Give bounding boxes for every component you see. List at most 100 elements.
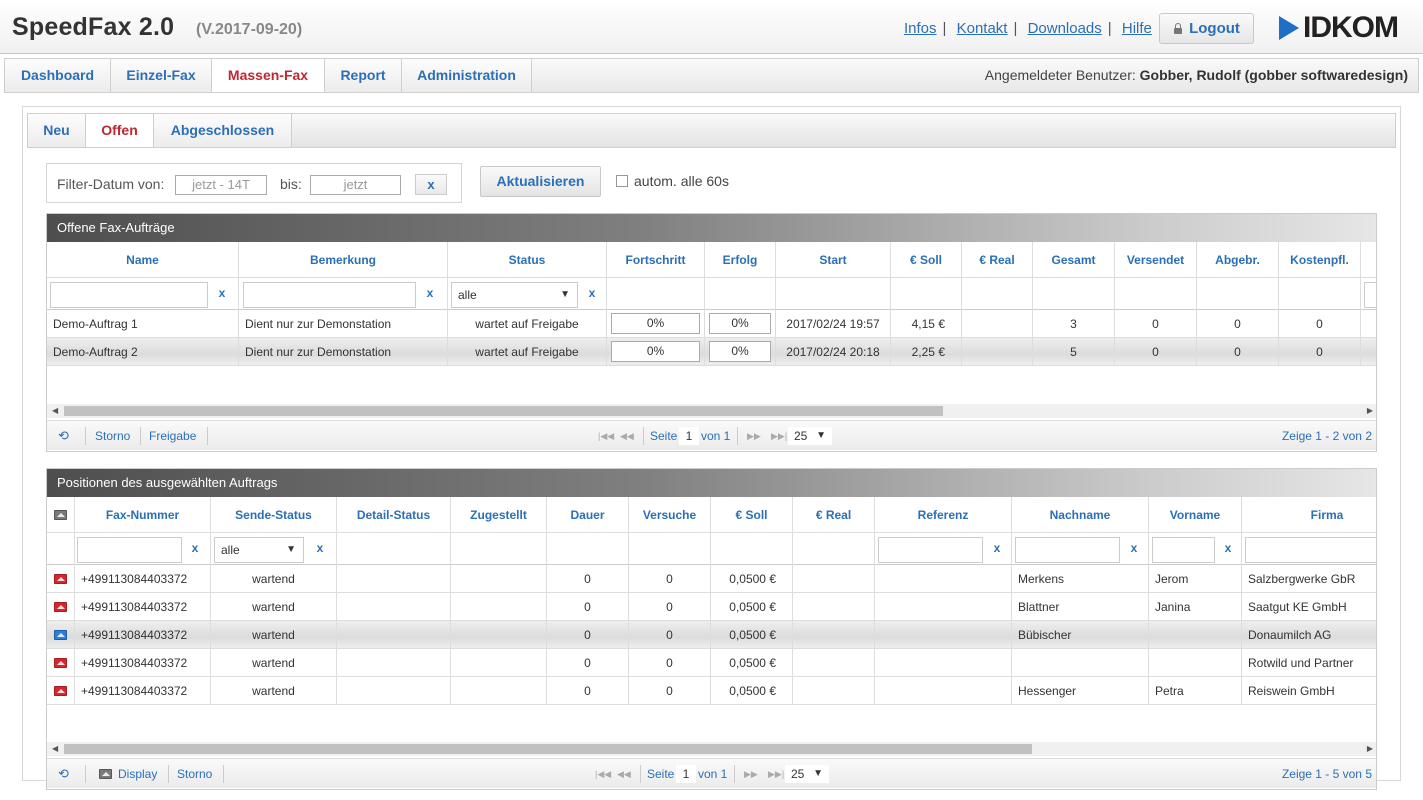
link-hilfe[interactable]: Hilfe bbox=[1122, 20, 1152, 37]
order-row[interactable]: Demo-Auftrag 2 Dient nur zur Demonstatio… bbox=[47, 338, 1376, 366]
fax-icon[interactable] bbox=[54, 686, 67, 696]
first-page-icon[interactable]: |◀◀ bbox=[598, 421, 614, 451]
col-start[interactable]: Start bbox=[776, 242, 891, 278]
fax-icon[interactable] bbox=[54, 630, 67, 640]
col-pos-real[interactable]: € Real bbox=[793, 497, 875, 533]
fax-nummer-filter-input[interactable] bbox=[77, 537, 182, 563]
scroll-right-icon[interactable]: ▶ bbox=[1367, 404, 1373, 418]
col-abgebr[interactable]: Abgebr. bbox=[1197, 242, 1279, 278]
order-row[interactable]: Demo-Auftrag 1 Dient nur zur Demonstatio… bbox=[47, 310, 1376, 338]
bemerkung-filter-input[interactable] bbox=[243, 282, 416, 308]
col-nachname[interactable]: Nachname bbox=[1012, 497, 1149, 533]
tab-abgeschlossen[interactable]: Abgeschlossen bbox=[154, 114, 292, 147]
vorname-filter-input[interactable] bbox=[1152, 537, 1215, 563]
col-pos-soll[interactable]: € Soll bbox=[711, 497, 793, 533]
tab-report[interactable]: Report bbox=[325, 59, 402, 92]
scroll-left-icon[interactable]: ◀ bbox=[52, 742, 58, 756]
name-filter-input[interactable] bbox=[50, 282, 208, 308]
col-erfolg[interactable]: Erfolg bbox=[705, 242, 776, 278]
col-fax-nummer[interactable]: Fax-Nummer bbox=[75, 497, 211, 533]
col-kostenpfl[interactable]: Kostenpfl. bbox=[1279, 242, 1361, 278]
tab-dashboard[interactable]: Dashboard bbox=[5, 59, 111, 92]
referenz-filter-clear[interactable]: x bbox=[990, 541, 1004, 555]
status-filter-select[interactable]: alle ▼ bbox=[451, 282, 578, 308]
tab-administration[interactable]: Administration bbox=[402, 59, 532, 92]
status-filter-clear[interactable]: x bbox=[585, 286, 599, 300]
next-page-icon[interactable]: ▶▶ bbox=[747, 421, 761, 451]
col-soll[interactable]: € Soll bbox=[891, 242, 962, 278]
col-gesamt[interactable]: Gesamt bbox=[1033, 242, 1115, 278]
col-detail-status[interactable]: Detail-Status bbox=[337, 497, 451, 533]
position-row[interactable]: +499113084403372 wartend 0 0 0,0500 € Ro… bbox=[47, 649, 1376, 677]
col-referenz[interactable]: Referenz bbox=[875, 497, 1012, 533]
fax-icon[interactable] bbox=[54, 574, 67, 584]
filter-clear-button[interactable]: x bbox=[415, 174, 447, 195]
position-row[interactable]: +499113084403372 wartend 0 0 0,0500 € Me… bbox=[47, 565, 1376, 593]
page-input[interactable]: 1 bbox=[676, 765, 696, 783]
refresh-button[interactable]: Aktualisieren bbox=[480, 166, 601, 197]
display-icon[interactable] bbox=[99, 769, 112, 779]
first-page-icon[interactable]: |◀◀ bbox=[595, 759, 611, 789]
col-versendet[interactable]: Versendet bbox=[1115, 242, 1197, 278]
next-page-icon[interactable]: ▶▶ bbox=[744, 759, 758, 789]
display-button[interactable]: Display bbox=[118, 759, 157, 789]
link-infos[interactable]: Infos bbox=[904, 20, 937, 37]
filter-from-input[interactable]: jetzt - 14T bbox=[175, 175, 267, 195]
nachname-filter-input[interactable] bbox=[1015, 537, 1120, 563]
fax-icon[interactable] bbox=[54, 658, 67, 668]
col-sende-status[interactable]: Sende-Status bbox=[211, 497, 337, 533]
tab-massen-fax[interactable]: Massen-Fax bbox=[212, 59, 325, 92]
page-size-select[interactable]: 25 ▼ bbox=[785, 765, 829, 783]
freigabe-button[interactable]: Freigabe bbox=[149, 421, 196, 451]
fax-icon[interactable] bbox=[54, 602, 67, 612]
scroll-left-icon[interactable]: ◀ bbox=[52, 404, 58, 418]
last-page-icon[interactable]: ▶▶| bbox=[771, 421, 787, 451]
col-dauer[interactable]: Dauer bbox=[547, 497, 629, 533]
sende-status-filter-clear[interactable]: x bbox=[313, 541, 327, 555]
last-page-icon[interactable]: ▶▶| bbox=[768, 759, 784, 789]
position-row[interactable]: +499113084403372 wartend 0 0 0,0500 € He… bbox=[47, 677, 1376, 705]
tab-einzel-fax[interactable]: Einzel-Fax bbox=[111, 59, 212, 92]
col-firma[interactable]: Firma bbox=[1242, 497, 1376, 533]
tab-offen[interactable]: Offen bbox=[86, 114, 154, 147]
logout-button[interactable]: Logout bbox=[1159, 13, 1254, 44]
position-row[interactable]: +499113084403372 wartend 0 0 0,0500 € Bü… bbox=[47, 621, 1376, 649]
col-status[interactable]: Status bbox=[448, 242, 607, 278]
referenz-filter-input[interactable] bbox=[878, 537, 983, 563]
sende-status-filter-select[interactable]: alle ▼ bbox=[214, 537, 304, 563]
col-name[interactable]: Name bbox=[47, 242, 239, 278]
tab-neu[interactable]: Neu bbox=[28, 114, 86, 147]
refresh-icon[interactable]: ⟲ bbox=[58, 421, 69, 451]
prev-page-icon[interactable]: ◀◀ bbox=[620, 421, 634, 451]
storno-button[interactable]: Storno bbox=[177, 759, 212, 789]
auto-refresh-checkbox[interactable] bbox=[616, 175, 628, 187]
prev-page-icon[interactable]: ◀◀ bbox=[617, 759, 631, 789]
position-row[interactable]: +499113084403372 wartend 0 0 0,0500 € Bl… bbox=[47, 593, 1376, 621]
auto-refresh-label: autom. alle 60s bbox=[634, 173, 729, 189]
refresh-icon[interactable]: ⟲ bbox=[58, 759, 69, 789]
col-real[interactable]: € Real bbox=[962, 242, 1033, 278]
bemerkung-filter-clear[interactable]: x bbox=[423, 286, 437, 300]
col-zugestellt[interactable]: Zugestellt bbox=[451, 497, 547, 533]
firma-filter-input[interactable] bbox=[1245, 537, 1376, 563]
vorname-filter-clear[interactable]: x bbox=[1221, 541, 1235, 555]
page-input[interactable]: 1 bbox=[679, 427, 699, 445]
page-size-select[interactable]: 25 ▼ bbox=[788, 427, 832, 445]
orders-horizontal-scrollbar[interactable]: ◀ ▶ bbox=[47, 404, 1376, 418]
col-fortschritt[interactable]: Fortschritt bbox=[607, 242, 705, 278]
kostenpfl-filter-input[interactable] bbox=[1364, 282, 1376, 308]
positions-horizontal-scrollbar[interactable]: ◀ ▶ bbox=[47, 742, 1376, 756]
scrollbar-thumb[interactable] bbox=[64, 744, 1032, 754]
link-kontakt[interactable]: Kontakt bbox=[957, 20, 1008, 37]
link-downloads[interactable]: Downloads bbox=[1028, 20, 1102, 37]
fax-nummer-filter-clear[interactable]: x bbox=[188, 541, 202, 555]
col-versuche[interactable]: Versuche bbox=[629, 497, 711, 533]
scroll-right-icon[interactable]: ▶ bbox=[1367, 742, 1373, 756]
col-bemerkung[interactable]: Bemerkung bbox=[239, 242, 448, 278]
name-filter-clear[interactable]: x bbox=[215, 286, 229, 300]
storno-button[interactable]: Storno bbox=[95, 421, 130, 451]
nachname-filter-clear[interactable]: x bbox=[1127, 541, 1141, 555]
col-vorname[interactable]: Vorname bbox=[1149, 497, 1242, 533]
scrollbar-thumb[interactable] bbox=[64, 406, 943, 416]
filter-to-input[interactable]: jetzt bbox=[310, 175, 401, 195]
